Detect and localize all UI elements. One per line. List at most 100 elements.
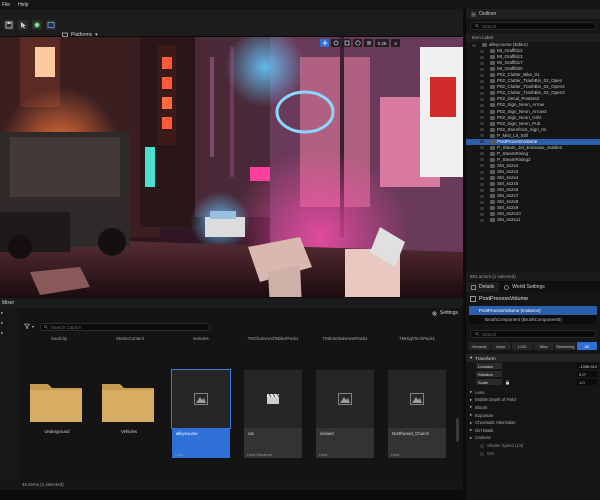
filter-actor[interactable]: Actor — [490, 342, 511, 350]
visibility-eye-icon[interactable] — [480, 206, 484, 210]
filter-general[interactable]: General — [469, 342, 490, 350]
folder-label-chairs[interactable]: TMChairsAndTablesPack1 — [248, 336, 299, 341]
rotation-mode-dropdown[interactable]: Rotation — [476, 371, 502, 377]
chevron-right-icon: ▸ — [470, 419, 473, 425]
actor-type-icon — [490, 67, 495, 72]
component-root[interactable]: PostProcessVolume (Instance) — [469, 306, 597, 315]
visibility-eye-icon[interactable] — [480, 91, 484, 95]
world-space-button[interactable] — [353, 39, 362, 47]
details-category-row[interactable]: ▸ Dirt Mask — [466, 427, 600, 435]
visibility-eye-icon[interactable] — [480, 158, 484, 162]
visibility-eye-icon[interactable] — [480, 67, 484, 71]
visibility-eye-icon[interactable] — [480, 103, 484, 107]
asset-tile-alleycourse[interactable]: alleycourse Level — [171, 369, 231, 462]
select-mode-icon[interactable] — [18, 20, 28, 30]
visibility-eye-icon[interactable] — [480, 194, 484, 198]
folder-label-startercontent[interactable]: StarterContent — [116, 336, 144, 341]
visibility-eye-icon[interactable] — [480, 164, 484, 168]
actor-type-icon — [490, 212, 495, 217]
visibility-eye-icon[interactable] — [480, 134, 484, 138]
visibility-eye-icon[interactable] — [480, 200, 484, 204]
outliner-row[interactable]: SM_4x2x11 — [466, 217, 600, 223]
location-mode-dropdown[interactable]: Location — [476, 363, 502, 369]
filter-button[interactable]: ▾ — [24, 323, 34, 329]
add-content-icon[interactable] — [32, 20, 42, 30]
visibility-eye-icon[interactable] — [480, 128, 484, 132]
tab-world-settings[interactable]: World Settings — [499, 282, 549, 292]
visibility-eye-icon[interactable] — [480, 212, 484, 216]
visibility-eye-icon[interactable] — [480, 79, 484, 83]
visibility-eye-icon[interactable] — [480, 146, 484, 150]
filter-lod[interactable]: LOD — [512, 342, 533, 350]
folder-label-entertainment[interactable]: TMEntertainmentPack1 — [323, 336, 368, 341]
sources-item[interactable]: ▸ — [0, 330, 18, 338]
visibility-eye-icon[interactable] — [480, 170, 484, 174]
component-child[interactable]: BrushComponent (BrushComponent0) — [469, 315, 597, 324]
details-tab-strip: Details World Settings — [466, 282, 600, 292]
visibility-eye-icon[interactable] — [480, 61, 484, 65]
filter-all[interactable]: All — [576, 342, 597, 350]
folder-label-soulcity[interactable]: SoulCity — [51, 336, 67, 341]
details-search-input[interactable]: Search — [470, 330, 596, 338]
save-icon[interactable] — [4, 20, 14, 30]
folder-underground[interactable] — [30, 378, 82, 422]
details-category-row[interactable]: ▸ Chromatic Aberration — [466, 419, 600, 427]
level-viewport[interactable]: 0.25 4 — [0, 37, 463, 297]
visibility-eye-icon[interactable] — [472, 43, 476, 47]
override-checkbox[interactable] — [480, 443, 484, 448]
visibility-eye-icon[interactable] — [480, 110, 484, 114]
asset-tile-iceland[interactable]: iceland Level — [316, 370, 374, 462]
outliner-tab[interactable]: Outliner — [466, 9, 600, 19]
menu-file[interactable]: File — [2, 2, 10, 8]
lock-icon[interactable] — [505, 379, 510, 385]
menu-help[interactable]: Help — [18, 2, 28, 8]
visibility-eye-icon[interactable] — [480, 116, 484, 120]
visibility-eye-icon[interactable] — [480, 182, 484, 186]
visibility-eye-icon[interactable] — [480, 122, 484, 126]
scale-tool-button[interactable] — [342, 39, 351, 47]
outliner-column-header[interactable]: Item Label — [466, 33, 600, 42]
location-x-field[interactable]: -1398.912 — [577, 363, 597, 369]
details-category-row[interactable]: ▸ Camera — [466, 435, 600, 443]
grid-snap-button[interactable] — [364, 39, 373, 47]
asset-tile-cat[interactable]: cat Level Sequence — [244, 370, 302, 462]
folder-label-hightech[interactable]: TMHighTechPack1 — [399, 336, 435, 341]
content-browser-search-input[interactable]: Search CabinA — [40, 323, 210, 331]
filter-misc[interactable]: Misc — [533, 342, 554, 350]
visibility-eye-icon[interactable] — [480, 55, 484, 59]
angle-snap-value[interactable]: 0.25 — [375, 39, 389, 47]
scale-x-field[interactable]: 1.0 — [577, 379, 597, 385]
folder-vehicles[interactable] — [102, 378, 154, 422]
filter-streaming[interactable]: Streaming — [555, 342, 576, 350]
visibility-eye-icon[interactable] — [480, 140, 484, 144]
blueprint-icon[interactable] — [46, 20, 56, 30]
sources-item[interactable]: ▸ — [0, 320, 18, 328]
visibility-eye-icon[interactable] — [480, 218, 484, 222]
visibility-eye-icon[interactable] — [480, 49, 484, 53]
transform-section-header[interactable]: ▾ Transform — [466, 354, 600, 362]
tab-details[interactable]: Details — [466, 282, 500, 292]
outliner-search-input[interactable]: Search — [470, 22, 596, 30]
details-category-row[interactable]: ▸ Mobile Depth of Field — [466, 397, 600, 405]
details-category-row[interactable]: ▸ Exposure — [466, 412, 600, 420]
move-tool-button[interactable] — [320, 39, 329, 47]
settings-button[interactable]: Settings — [432, 310, 458, 316]
visibility-eye-icon[interactable] — [480, 152, 484, 156]
rotation-x-field[interactable]: 0.0° — [577, 371, 597, 377]
override-checkbox[interactable] — [480, 451, 484, 456]
rotate-tool-button[interactable] — [331, 39, 340, 47]
scale-mode-dropdown[interactable]: Scale — [476, 379, 502, 385]
visibility-eye-icon[interactable] — [480, 97, 484, 101]
details-category-row[interactable]: ▸ Bloom — [466, 404, 600, 412]
details-category-row[interactable]: ▸ Lens — [466, 389, 600, 397]
sources-item[interactable]: ▸ — [0, 310, 18, 318]
content-browser-scrollbar[interactable] — [456, 418, 459, 442]
tab-mixer[interactable]: Mixer — [2, 300, 14, 306]
visibility-eye-icon[interactable] — [480, 176, 484, 180]
camera-speed-value[interactable]: 4 — [391, 39, 400, 47]
asset-tile-northwood-church[interactable]: Northwood_Church Level — [388, 370, 446, 462]
folder-label-textures[interactable]: textures — [193, 336, 208, 341]
visibility-eye-icon[interactable] — [480, 188, 484, 192]
visibility-eye-icon[interactable] — [480, 85, 484, 89]
visibility-eye-icon[interactable] — [480, 73, 484, 77]
